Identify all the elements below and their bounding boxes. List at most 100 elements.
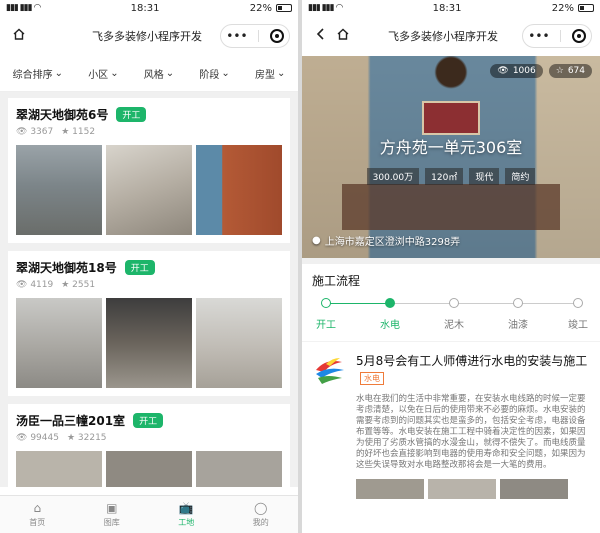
status-badge: 开工: [133, 413, 164, 428]
view-stat: 👁 1006: [490, 64, 543, 78]
status-badge: 开工: [124, 260, 155, 275]
style-tag: 现代: [469, 168, 500, 185]
progress-steps: 开工 水电 泥木 油漆 竣工: [316, 295, 588, 337]
tab-gallery[interactable]: ▣ 图库: [75, 496, 150, 533]
update-article[interactable]: 5月8号会有工人师傅进行水电的安装与施工水电 水电在我们的生活中非常重要，在安装…: [302, 341, 600, 499]
article-photo[interactable]: [428, 479, 496, 499]
article-title: 5月8号会有工人师傅进行水电的安装与施工: [356, 354, 588, 368]
step-carpentry[interactable]: 泥木: [434, 295, 474, 331]
star-icon: ★: [66, 433, 76, 443]
sofa-area: [342, 184, 560, 230]
filter-community[interactable]: 小区 ⌄: [88, 66, 118, 81]
project-title: 方舟苑一单元306室: [379, 138, 523, 157]
chevron-down-icon: ⌄: [165, 68, 175, 79]
site-card[interactable]: 翠湖天地御苑6号 开工 👁 3367 ★ 1152: [8, 98, 290, 243]
more-icon[interactable]: •••: [226, 29, 247, 43]
star-count: 1152: [72, 127, 96, 137]
filter-stage[interactable]: 阶段 ⌄: [199, 66, 229, 81]
site-photo[interactable]: [106, 145, 192, 235]
star-stat[interactable]: ☆ 674: [548, 64, 592, 78]
list-screen: ▮▮▮ ▮▮▮ ◠ 18:31 22% 飞多多装修小程序开发 ••• 综合排序 ⌄…: [0, 0, 298, 533]
eye-icon: 👁: [16, 280, 28, 290]
view-count: 3367: [30, 127, 54, 137]
step-finish[interactable]: 竣工: [558, 295, 598, 331]
star-count: 2551: [72, 280, 96, 290]
filter-sort[interactable]: 综合排序 ⌄: [13, 66, 63, 81]
avatar: [316, 358, 344, 384]
step-painting[interactable]: 油漆: [498, 295, 538, 331]
wall-painting: [422, 101, 480, 135]
tab-profile[interactable]: ◯ 我的: [224, 496, 299, 533]
image-icon: ▣: [106, 501, 118, 515]
hero-image: 👁 1006 ☆ 674 方舟苑一单元306室 300.00万 120㎡ 现代 简约…: [302, 56, 600, 258]
article-photo[interactable]: [356, 479, 424, 499]
filter-layout[interactable]: 房型 ⌄: [255, 66, 285, 81]
site-card[interactable]: 汤臣一品三幢201室 开工 👁 99445 ★ 32215: [8, 404, 290, 487]
tv-icon: 📺: [178, 501, 194, 515]
status-time: 18:31: [130, 2, 160, 14]
site-list: 翠湖天地御苑6号 开工 👁 3367 ★ 1152 翠湖天地御苑18号 开工 👁 4…: [0, 92, 298, 487]
article-body: 水电在我们的生活中非常重要，在安装水电线路的时候一定要考虑清楚，以免在日后的使用…: [356, 394, 586, 470]
battery-percent: 22%: [551, 2, 574, 14]
home-icon: ⌂: [33, 501, 42, 515]
site-photo[interactable]: [196, 145, 282, 235]
article-tag: 水电: [360, 372, 384, 385]
tab-home[interactable]: ⌂ 首页: [0, 496, 75, 533]
step-plumbing[interactable]: 水电: [370, 295, 410, 331]
site-title: 翠湖天地御苑18号: [16, 261, 117, 275]
home-icon[interactable]: [8, 27, 30, 45]
location[interactable]: ● 上海市嘉定区澄浏中路3298弄: [312, 233, 460, 248]
step-start[interactable]: 开工: [306, 295, 346, 331]
site-photo[interactable]: [196, 298, 282, 388]
site-title: 汤臣一品三幢201室: [16, 414, 126, 428]
back-icon[interactable]: [310, 27, 332, 45]
eye-icon: 👁: [16, 433, 28, 443]
chevron-down-icon: ⌄: [110, 68, 119, 79]
tab-site[interactable]: 📺 工地: [149, 496, 224, 533]
site-photo[interactable]: [16, 451, 102, 487]
close-miniprogram-icon[interactable]: [269, 29, 284, 43]
article-photo[interactable]: [500, 479, 568, 499]
chevron-down-icon: ⌄: [54, 68, 63, 79]
site-photo[interactable]: [106, 451, 192, 487]
style-tag: 简约: [505, 168, 536, 185]
status-time: 18:31: [432, 2, 462, 14]
site-card[interactable]: 翠湖天地御苑18号 开工 👁 4119 ★ 2551: [8, 251, 290, 396]
site-photo[interactable]: [16, 145, 102, 235]
status-badge: 开工: [116, 107, 147, 122]
section-title: 施工流程: [302, 258, 600, 295]
view-count: 4119: [30, 280, 54, 290]
capsule-menu[interactable]: •••: [522, 24, 592, 48]
site-photo[interactable]: [16, 298, 102, 388]
tab-bar: ⌂ 首页 ▣ 图库 📺 工地 ◯ 我的: [0, 495, 298, 533]
battery-icon: [275, 4, 292, 12]
filter-style[interactable]: 风格 ⌄: [144, 66, 174, 81]
battery-percent: 22%: [249, 2, 272, 14]
star-icon: ★: [61, 280, 70, 290]
status-bar: ▮▮▮ ▮▮▮ ◠ 18:31 22%: [302, 0, 600, 16]
view-count: 99445: [30, 433, 59, 443]
chevron-down-icon: ⌄: [276, 68, 286, 79]
battery-icon: [577, 4, 594, 12]
site-photo[interactable]: [106, 298, 192, 388]
title-bar: 飞多多装修小程序开发 •••: [0, 16, 298, 56]
filter-bar: 综合排序 ⌄ 小区 ⌄ 风格 ⌄ 阶段 ⌄ 房型 ⌄: [0, 56, 298, 92]
area-tag: 120㎡: [425, 168, 464, 185]
detail-screen: ▮▮▮ ▮▮▮ ◠ 18:31 22% 飞多多装修小程序开发 ••• 👁 100…: [302, 0, 600, 533]
eye-icon: 👁: [497, 66, 509, 76]
user-icon: ◯: [254, 501, 268, 515]
price-tag: 300.00万: [366, 168, 420, 185]
title-bar: 飞多多装修小程序开发 •••: [302, 16, 600, 56]
location-pin-icon: ●: [312, 235, 321, 246]
status-bar: ▮▮▮ ▮▮▮ ◠ 18:31 22%: [0, 0, 298, 16]
star-count: 32215: [77, 433, 107, 443]
capsule-menu[interactable]: •••: [220, 24, 290, 48]
close-miniprogram-icon[interactable]: [571, 29, 586, 43]
site-photo[interactable]: [196, 451, 282, 487]
chevron-down-icon: ⌄: [221, 68, 230, 79]
eye-icon: 👁: [16, 127, 28, 137]
more-icon[interactable]: •••: [528, 29, 549, 43]
home-icon[interactable]: [332, 27, 354, 45]
star-icon: ★: [61, 127, 70, 137]
star-icon: ☆: [555, 66, 564, 76]
